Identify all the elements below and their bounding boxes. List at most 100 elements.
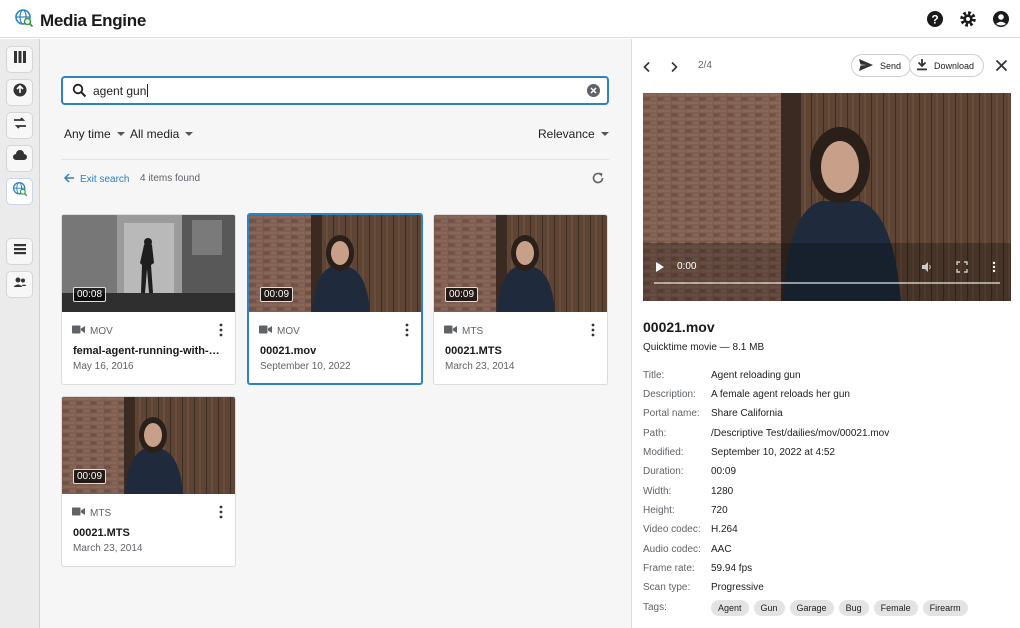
meta-value: Progressive	[711, 582, 764, 593]
media-type: MOV	[277, 325, 300, 337]
more-vert-icon[interactable]	[405, 323, 409, 342]
users-icon	[12, 274, 28, 295]
refresh-icon[interactable]	[591, 171, 605, 190]
tag-chip[interactable]: Bug	[838, 600, 869, 616]
media-type: MTS	[462, 325, 484, 337]
left-nav	[0, 39, 40, 628]
media-type: MTS	[90, 507, 112, 519]
media-card[interactable]: 00:09 MTS 00021.MTS March 23, 2014	[61, 396, 236, 567]
more-vert-icon[interactable]	[219, 323, 223, 342]
globe-search-icon	[14, 8, 34, 33]
library-icon	[12, 49, 28, 70]
download-button[interactable]: Download	[909, 54, 985, 77]
thumbnail: 00:09	[62, 397, 235, 494]
video-progress-bar[interactable]	[654, 282, 1000, 284]
nav-list[interactable]	[6, 238, 33, 265]
meta-key: Audio codec:	[643, 544, 701, 555]
send-label: Send	[880, 60, 902, 71]
nav-transfer[interactable]	[6, 112, 33, 139]
media-card[interactable]: 00:09 MTS 00021.MTS March 23, 2014	[433, 214, 608, 385]
meta-value: 1280	[711, 486, 734, 497]
media-name: 00021.MTS	[73, 527, 130, 539]
time-filter[interactable]: Any time	[64, 127, 125, 141]
tag-chip[interactable]: Garage	[789, 600, 834, 616]
meta-key: Modified:	[643, 447, 684, 458]
video-camera-icon	[444, 325, 457, 337]
media-filter[interactable]: All media	[130, 127, 194, 141]
tag-chip[interactable]: Agent	[711, 600, 749, 616]
sort-dropdown[interactable]: Relevance	[538, 127, 609, 141]
meta-key: Video codec:	[643, 524, 701, 535]
tag-chip[interactable]: Female	[873, 600, 918, 616]
meta-key: Height:	[643, 505, 675, 516]
meta-value: 59.94 fps	[711, 563, 753, 574]
transfer-icon	[12, 115, 28, 136]
fullscreen-icon[interactable]	[956, 260, 968, 278]
meta-value: September 10, 2022 at 4:52	[711, 447, 835, 458]
brand[interactable]: Media Engine	[14, 8, 146, 33]
meta-value: AAC	[711, 544, 732, 555]
volume-icon[interactable]	[921, 260, 933, 278]
sort-label: Relevance	[538, 127, 595, 141]
media-card-selected[interactable]: 00:09 MOV 00021.mov September 10, 2022	[247, 213, 423, 385]
send-button[interactable]: Send	[851, 54, 912, 77]
svg-text:?: ?	[931, 13, 938, 27]
cloud-icon	[12, 148, 28, 169]
send-icon	[858, 58, 874, 74]
account-icon[interactable]	[991, 9, 1011, 29]
nav-users[interactable]	[6, 271, 33, 298]
clear-icon[interactable]	[586, 83, 601, 103]
media-type: MOV	[90, 325, 113, 337]
results-area: agent gun Any time All media Relevance E…	[40, 39, 631, 628]
meta-key: Path:	[643, 428, 667, 439]
media-date: May 16, 2016	[73, 361, 134, 372]
thumbnail: 00:09	[249, 215, 421, 312]
help-icon[interactable]: ?	[925, 9, 945, 29]
video-camera-icon	[72, 325, 85, 337]
nav-sync[interactable]	[6, 79, 33, 106]
duration-badge: 00:09	[260, 287, 294, 302]
media-date: September 10, 2022	[260, 361, 351, 372]
close-icon[interactable]	[995, 59, 1008, 77]
chevron-left-icon[interactable]	[642, 60, 652, 78]
chevron-down-icon	[185, 132, 194, 136]
exit-search-link[interactable]: Exit search	[63, 172, 129, 187]
exit-search-label: Exit search	[80, 174, 130, 185]
divider	[61, 159, 609, 160]
meta-key: Portal name:	[643, 408, 700, 419]
tag-list: Agent Gun Garage Bug Female Firearm	[711, 600, 968, 616]
chevron-right-icon[interactable]	[669, 60, 679, 78]
meta-value: H.264	[711, 524, 738, 535]
search-icon	[72, 83, 87, 103]
search-input[interactable]: agent gun	[61, 76, 609, 105]
more-vert-icon[interactable]	[219, 505, 223, 524]
tags-label: Tags:	[643, 602, 667, 613]
meta-key: Title:	[643, 370, 665, 381]
tag-chip[interactable]: Gun	[753, 600, 785, 616]
download-label: Download	[934, 60, 975, 71]
play-icon[interactable]	[655, 260, 665, 278]
meta-value: /Descriptive Test/dailies/mov/00021.mov	[711, 428, 890, 439]
video-time: 0:00	[677, 261, 697, 272]
top-bar: Media Engine ?	[0, 0, 1020, 38]
more-vert-icon[interactable]	[591, 323, 595, 342]
media-name: 00021.MTS	[445, 345, 502, 357]
duration-badge: 00:08	[73, 287, 107, 302]
media-card[interactable]: 00:08 MOV femal-agent-running-with-gun.m…	[61, 214, 236, 385]
meta-value: A female agent reloads her gun	[711, 389, 850, 400]
meta-key: Width:	[643, 486, 672, 497]
video-player[interactable]: 0:00	[643, 93, 1011, 301]
meta-key: Scan type:	[643, 582, 691, 593]
media-date: March 23, 2014	[73, 543, 143, 554]
nav-search[interactable]	[6, 178, 33, 205]
nav-library[interactable]	[6, 46, 33, 73]
globe-search-icon	[12, 181, 28, 202]
tag-chip[interactable]: Firearm	[922, 600, 968, 616]
more-vert-icon[interactable]	[992, 260, 996, 278]
time-filter-label: Any time	[64, 127, 111, 141]
results-count: 4 items found	[140, 173, 201, 184]
settings-icon[interactable]	[958, 9, 978, 29]
meta-key: Duration:	[643, 466, 684, 477]
video-camera-icon	[259, 325, 272, 337]
nav-cloud[interactable]	[6, 145, 33, 172]
